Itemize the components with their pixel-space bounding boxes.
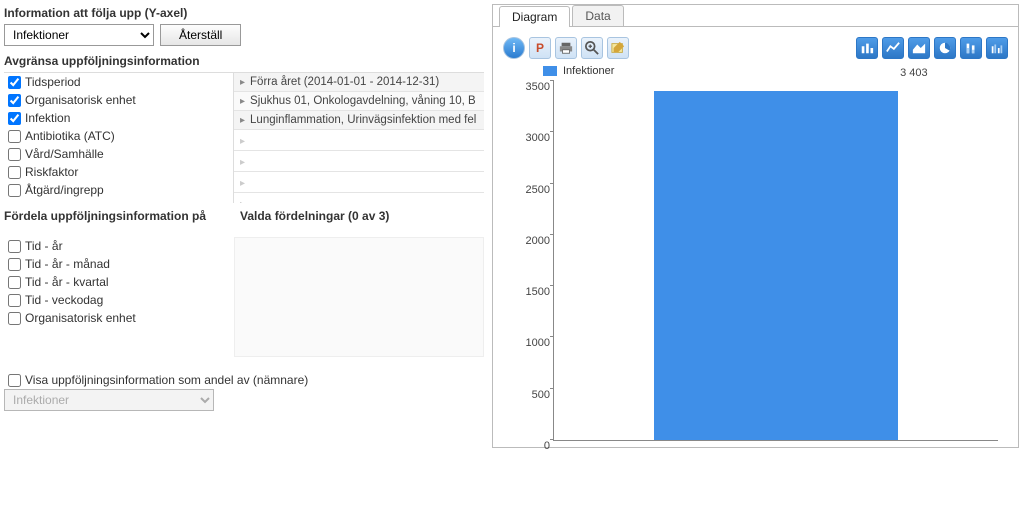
filter-right-row[interactable]: ▸Sjukhus 01, Onkologavdelning, våning 10… bbox=[234, 92, 484, 111]
dist-item-tid-manad[interactable]: Tid - år - månad bbox=[4, 255, 234, 273]
share-checkbox-row[interactable]: Visa uppföljningsinformation som andel a… bbox=[4, 371, 484, 389]
filter-right-empty: ▸ bbox=[234, 130, 484, 151]
filter-item-antibiotika[interactable]: Antibiotika (ATC) bbox=[4, 127, 233, 145]
filter-item-riskfaktor[interactable]: Riskfaktor bbox=[4, 163, 233, 181]
chart-legend: Infektioner bbox=[543, 65, 1008, 77]
zoom-in-icon[interactable] bbox=[581, 37, 603, 59]
tab-data[interactable]: Data bbox=[572, 5, 623, 26]
tab-diagram[interactable]: Diagram bbox=[499, 6, 570, 27]
filter-right-list[interactable]: ▸Förra året (2014-01-01 - 2014-12-31) ▸S… bbox=[234, 73, 484, 203]
dist-item-tid-ar[interactable]: Tid - år bbox=[4, 237, 234, 255]
y-tick-label: 3500 bbox=[514, 81, 550, 93]
caret-right-icon: ▸ bbox=[240, 178, 245, 189]
caret-right-icon: ▸ bbox=[240, 157, 245, 168]
share-select: Infektioner bbox=[4, 389, 214, 411]
filter-item-vard-samhalle[interactable]: Vård/Samhälle bbox=[4, 145, 233, 163]
filter-right-empty: ▸ bbox=[234, 193, 484, 203]
area-chart-icon[interactable] bbox=[908, 37, 930, 59]
filter-item-infektion[interactable]: Infektion bbox=[4, 109, 233, 127]
y-tick-label: 3000 bbox=[514, 132, 550, 144]
info-icon[interactable]: i bbox=[503, 37, 525, 59]
caret-right-icon: ▸ bbox=[240, 136, 245, 147]
y-tick-label: 1000 bbox=[514, 337, 550, 349]
legend-swatch bbox=[543, 66, 557, 76]
valda-fordelningar-panel bbox=[234, 237, 484, 357]
caret-right-icon: ▸ bbox=[240, 199, 245, 203]
caret-right-icon: ▸ bbox=[240, 77, 245, 88]
filter-left-list[interactable]: Tidsperiod Organisatorisk enhet Infektio… bbox=[4, 73, 234, 203]
filter-right-empty: ▸ bbox=[234, 151, 484, 172]
dist-left-list[interactable]: Tid - år Tid - år - månad Tid - år - kva… bbox=[4, 237, 234, 357]
dist-item-org-enhet[interactable]: Organisatorisk enhet bbox=[4, 309, 234, 327]
stacked-bar-icon[interactable] bbox=[960, 37, 982, 59]
chart-plot: 05001000150020002500300035003 403 bbox=[553, 81, 998, 441]
y-tick-label: 0 bbox=[514, 440, 550, 452]
bar-chart-icon[interactable] bbox=[856, 37, 878, 59]
info-title: Information att följa upp (Y-axel) bbox=[4, 6, 484, 20]
dist-item-tid-kvartal[interactable]: Tid - år - kvartal bbox=[4, 273, 234, 291]
caret-right-icon: ▸ bbox=[240, 96, 245, 107]
powerpoint-icon[interactable]: P bbox=[529, 37, 551, 59]
y-tick-label: 1500 bbox=[514, 286, 550, 298]
filter-item-organisatorisk-enhet[interactable]: Organisatorisk enhet bbox=[4, 91, 233, 109]
y-tick-label: 2500 bbox=[514, 184, 550, 196]
info-select[interactable]: Infektioner bbox=[4, 24, 154, 46]
caret-right-icon: ▸ bbox=[240, 115, 245, 126]
line-chart-icon[interactable] bbox=[882, 37, 904, 59]
y-tick-label: 500 bbox=[514, 389, 550, 401]
legend-label: Infektioner bbox=[563, 65, 614, 77]
edit-icon[interactable] bbox=[607, 37, 629, 59]
valda-title: Valda fördelningar (0 av 3) bbox=[240, 209, 484, 223]
share-checkbox-label: Visa uppföljningsinformation som andel a… bbox=[25, 373, 308, 387]
share-checkbox[interactable] bbox=[8, 374, 21, 387]
filter-right-empty: ▸ bbox=[234, 172, 484, 193]
dist-item-tid-veckodag[interactable]: Tid - veckodag bbox=[4, 291, 234, 309]
filter-right-row[interactable]: ▸Lunginflammation, Urinvägsinfektion med… bbox=[234, 111, 484, 130]
dist-title: Fördela uppföljningsinformation på bbox=[4, 209, 234, 223]
bar-value-label: 3 403 bbox=[900, 67, 928, 79]
reset-button[interactable]: Återställ bbox=[160, 24, 241, 46]
toolbar-left: i P bbox=[503, 37, 629, 59]
print-icon[interactable] bbox=[555, 37, 577, 59]
grouped-bar-icon[interactable] bbox=[986, 37, 1008, 59]
pie-chart-icon[interactable] bbox=[934, 37, 956, 59]
filter-right-row[interactable]: ▸Förra året (2014-01-01 - 2014-12-31) bbox=[234, 73, 484, 92]
y-tick-label: 2000 bbox=[514, 235, 550, 247]
toolbar-right bbox=[856, 37, 1008, 59]
filter-item-atgard[interactable]: Åtgärd/ingrepp bbox=[4, 181, 233, 199]
filter-item-tidsperiod[interactable]: Tidsperiod bbox=[4, 73, 233, 91]
chart-bar bbox=[654, 91, 898, 440]
filter-title: Avgränsa uppföljningsinformation bbox=[4, 54, 484, 68]
